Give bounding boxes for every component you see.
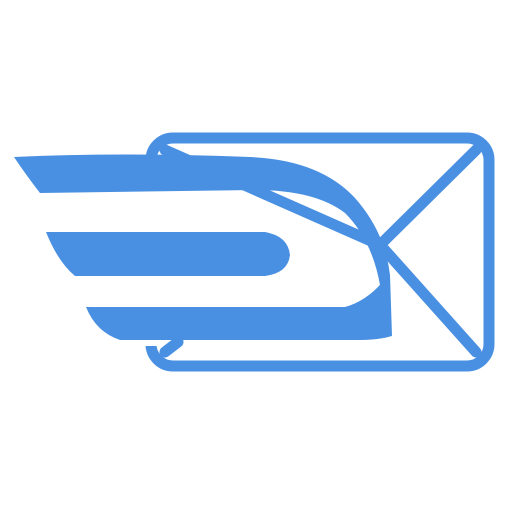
- envelope-flap-lower-left: [159, 336, 184, 358]
- app-icon-canvas: [0, 0, 512, 512]
- envelope-flap-lower: [377, 242, 482, 358]
- winged-envelope-mail-icon: [14, 132, 495, 372]
- wing-middle-feather: [46, 232, 290, 276]
- wing-bottom-feather: [86, 275, 390, 340]
